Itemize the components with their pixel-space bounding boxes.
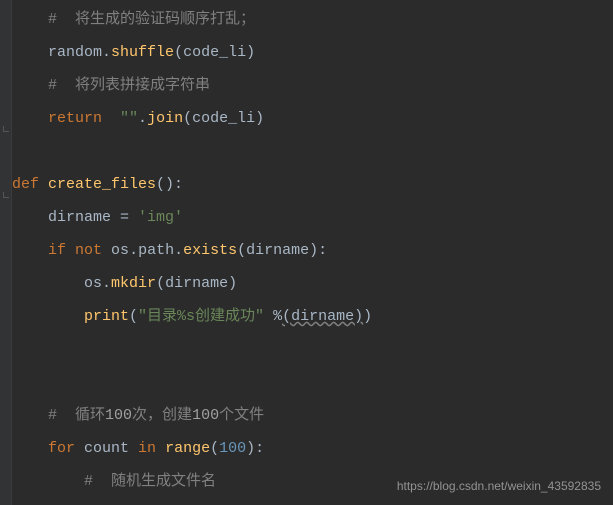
func-call: mkdir <box>111 275 156 292</box>
punct: ( <box>174 44 183 61</box>
comment-number: 100 <box>105 407 132 424</box>
comment: 个文件 <box>219 407 264 424</box>
comment: 次，创建 <box>132 407 192 424</box>
code-editor[interactable]: random.sample(string.digits, 1) # 将生成的验证… <box>12 0 613 498</box>
gutter <box>0 0 12 505</box>
punct: ( <box>282 308 291 325</box>
dot: . <box>129 242 138 259</box>
dot: . <box>102 44 111 61</box>
punct: ) <box>363 308 372 325</box>
punct: ( <box>237 242 246 259</box>
ident: dirname <box>48 209 120 226</box>
ident: dirname <box>246 242 309 259</box>
func-call: print <box>84 308 129 325</box>
code-line[interactable]: os.mkdir(dirname) <box>12 267 613 300</box>
keyword: for <box>48 440 84 457</box>
func-call: shuffle <box>111 44 174 61</box>
code-line[interactable]: print("目录%s创建成功" %(dirname)) <box>12 300 613 333</box>
fold-marker-icon <box>3 192 9 198</box>
code-line[interactable] <box>12 366 613 399</box>
ident: count <box>84 440 138 457</box>
comment-number: 100 <box>192 407 219 424</box>
punct: ( <box>129 308 138 325</box>
keyword: def <box>12 176 48 193</box>
dot: . <box>138 110 147 127</box>
punct: ( <box>183 110 192 127</box>
ident: path <box>138 242 174 259</box>
code-line[interactable]: def create_files(): <box>12 168 613 201</box>
keyword: if <box>48 242 75 259</box>
code-line[interactable]: if not os.path.exists(dirname): <box>12 234 613 267</box>
comment: # 随机生成文件名 <box>84 473 216 490</box>
comment: # 循环 <box>48 407 105 424</box>
ident: code_li <box>183 44 246 61</box>
ident: os <box>84 275 102 292</box>
code-line[interactable]: # 将列表拼接成字符串 <box>12 69 613 102</box>
dot: . <box>174 242 183 259</box>
ident: random <box>48 44 102 61</box>
string: 'img' <box>138 209 183 226</box>
punct: ) <box>228 275 237 292</box>
keyword: in <box>138 440 165 457</box>
func-call: exists <box>183 242 237 259</box>
operator: = <box>120 209 138 226</box>
punct: ( <box>156 275 165 292</box>
fold-marker-icon <box>3 126 9 132</box>
punct: ) <box>246 44 255 61</box>
punct: ): <box>309 242 327 259</box>
punct: ): <box>246 440 264 457</box>
punct: ) <box>255 110 264 127</box>
code-line[interactable]: # 循环100次，创建100个文件 <box>12 399 613 432</box>
code-line[interactable]: # 将生成的验证码顺序打乱； <box>12 3 613 36</box>
code-line[interactable]: dirname = 'img' <box>12 201 613 234</box>
func-call: join <box>147 110 183 127</box>
code-line[interactable]: random.shuffle(code_li) <box>12 36 613 69</box>
dot: . <box>102 275 111 292</box>
comment: # 将列表拼接成字符串 <box>48 77 210 94</box>
ident-warning: dirname <box>291 308 354 325</box>
punct: ( <box>210 440 219 457</box>
function-def: create_files <box>48 176 156 193</box>
func-call: range <box>165 440 210 457</box>
punct: ) <box>354 308 363 325</box>
punct: (): <box>156 176 183 193</box>
string: "目录%s创建成功" <box>138 308 264 325</box>
keyword: not <box>75 242 111 259</box>
operator: % <box>264 308 282 325</box>
number: 100 <box>219 440 246 457</box>
watermark: https://blog.csdn.net/weixin_43592835 <box>397 479 601 493</box>
comment: # 将生成的验证码顺序打乱； <box>48 11 255 28</box>
code-line[interactable]: for count in range(100): <box>12 432 613 465</box>
code-line[interactable] <box>12 333 613 366</box>
ident: os <box>111 242 129 259</box>
keyword: return <box>48 110 120 127</box>
code-line[interactable]: return "".join(code_li) <box>12 102 613 135</box>
string: "" <box>120 110 138 127</box>
code-line[interactable] <box>12 135 613 168</box>
ident: dirname <box>165 275 228 292</box>
ident: code_li <box>192 110 255 127</box>
